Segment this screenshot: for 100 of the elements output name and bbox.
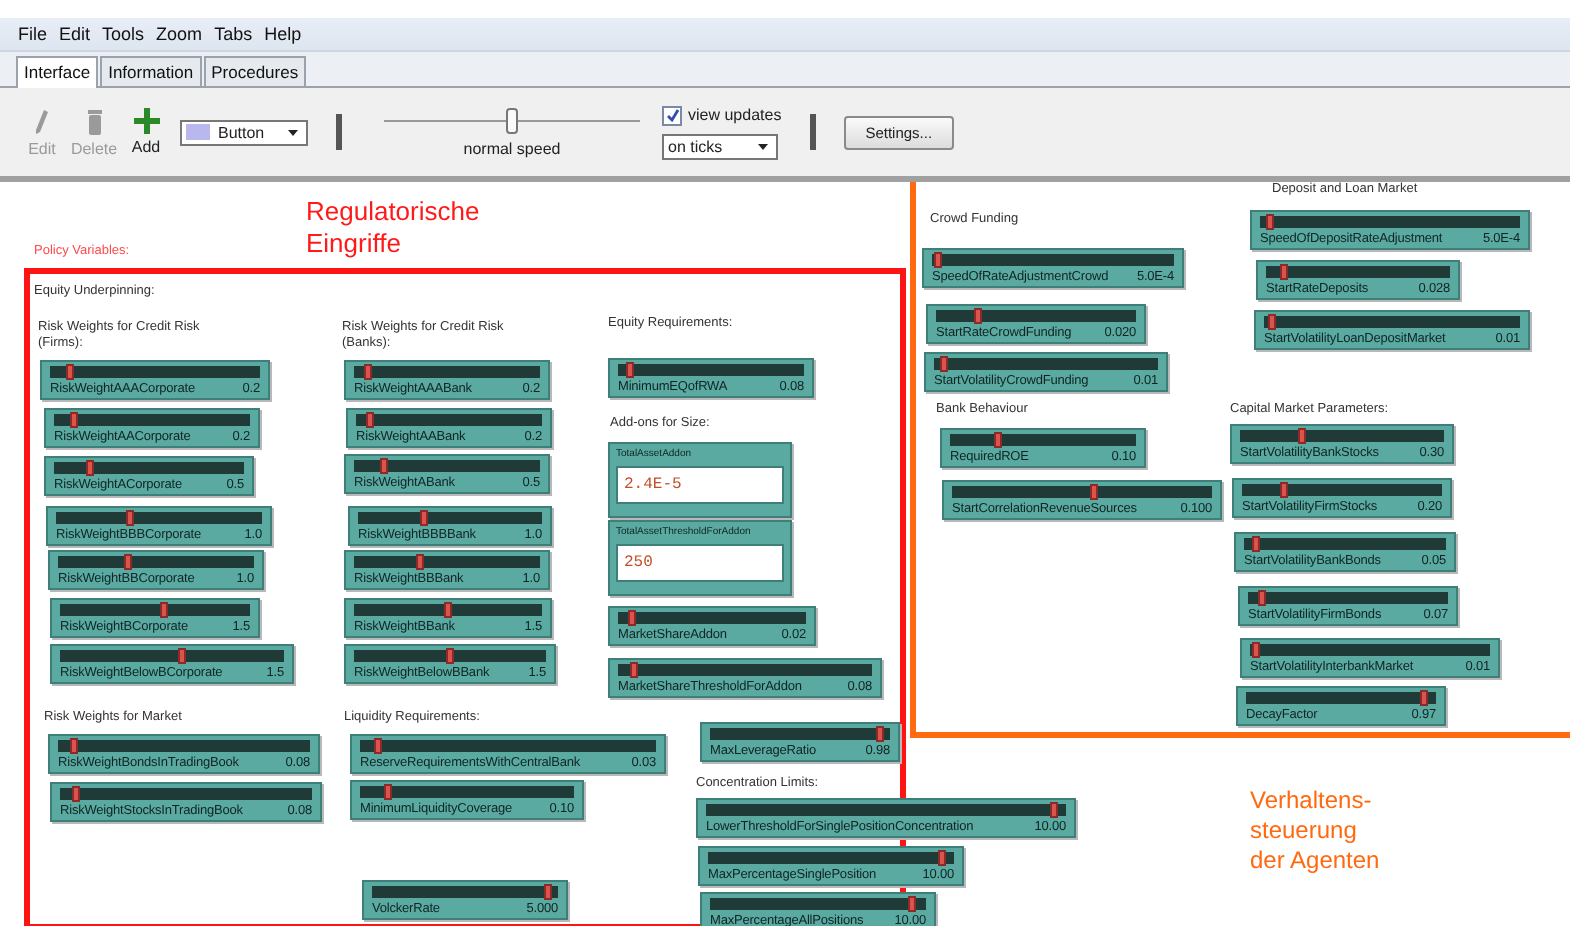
slider-thumb[interactable] bbox=[123, 554, 132, 570]
tab[interactable]: Interface bbox=[16, 56, 99, 88]
input-field[interactable]: 2.4E-5 bbox=[616, 466, 784, 504]
menu-item[interactable]: Zoom bbox=[156, 24, 203, 44]
speed-thumb[interactable] bbox=[506, 107, 518, 133]
slider-track[interactable] bbox=[1240, 430, 1444, 442]
slider-track[interactable] bbox=[708, 852, 954, 864]
slider-track[interactable] bbox=[1244, 538, 1446, 550]
input-field[interactable]: 250 bbox=[616, 544, 784, 582]
slider-track[interactable] bbox=[54, 414, 250, 426]
slider-thumb[interactable] bbox=[178, 648, 187, 664]
slider-track[interactable] bbox=[950, 434, 1136, 446]
tab[interactable]: Information bbox=[100, 56, 202, 86]
slider-thumb[interactable] bbox=[626, 362, 635, 378]
slider-track[interactable] bbox=[60, 650, 284, 662]
slider-thumb[interactable] bbox=[69, 412, 78, 428]
slider-track[interactable] bbox=[618, 612, 806, 624]
slider-track[interactable] bbox=[356, 414, 542, 426]
slider-track[interactable] bbox=[358, 512, 542, 524]
slider-track[interactable] bbox=[1260, 216, 1520, 228]
slider-track[interactable] bbox=[1266, 266, 1450, 278]
slider-track[interactable] bbox=[1246, 692, 1436, 704]
slider-thumb[interactable] bbox=[876, 726, 885, 742]
widget-type-dropdown[interactable]: Button bbox=[180, 119, 308, 145]
slider-thumb[interactable] bbox=[544, 884, 553, 900]
slider-track[interactable] bbox=[710, 728, 890, 740]
slider-thumb[interactable] bbox=[1265, 214, 1274, 230]
slider-track[interactable] bbox=[1242, 484, 1442, 496]
slider-thumb[interactable] bbox=[940, 356, 949, 372]
annotation-text: Regulatorische Eingriffe bbox=[306, 196, 480, 261]
slider-track[interactable] bbox=[618, 364, 804, 376]
slider-thumb[interactable] bbox=[86, 460, 95, 476]
slider-thumb[interactable] bbox=[444, 602, 452, 618]
slider-thumb[interactable] bbox=[66, 364, 75, 380]
slider-track[interactable] bbox=[618, 664, 872, 676]
slider-thumb[interactable] bbox=[1420, 690, 1429, 706]
slider-track[interactable] bbox=[710, 898, 926, 910]
slider-track[interactable] bbox=[934, 358, 1158, 370]
slider-track[interactable] bbox=[372, 886, 558, 898]
menu-item[interactable]: File bbox=[18, 24, 48, 44]
slider-track[interactable] bbox=[1250, 644, 1490, 656]
update-mode-dropdown[interactable]: on ticks bbox=[662, 133, 778, 159]
slider-track[interactable] bbox=[932, 254, 1174, 266]
slider-track[interactable] bbox=[56, 512, 262, 524]
slider-thumb[interactable] bbox=[446, 648, 454, 664]
slider-track[interactable] bbox=[354, 460, 540, 472]
slider-thumb[interactable] bbox=[125, 510, 134, 526]
slider-thumb[interactable] bbox=[364, 364, 373, 380]
slider-thumb[interactable] bbox=[934, 252, 943, 268]
slider-thumb[interactable] bbox=[366, 412, 375, 428]
slider-thumb[interactable] bbox=[630, 662, 639, 678]
slider-thumb[interactable] bbox=[70, 738, 79, 754]
slider-thumb[interactable] bbox=[994, 432, 1003, 448]
slider-thumb[interactable] bbox=[938, 850, 947, 866]
menu-item[interactable]: Edit bbox=[59, 24, 91, 44]
slider-thumb[interactable] bbox=[1252, 642, 1261, 658]
slider-track[interactable] bbox=[60, 788, 312, 800]
slider-thumb[interactable] bbox=[160, 602, 169, 618]
slider-track[interactable] bbox=[54, 462, 244, 474]
slider-track[interactable] bbox=[58, 556, 254, 568]
pencil-icon bbox=[34, 107, 50, 135]
slider-thumb[interactable] bbox=[1298, 428, 1307, 444]
slider-track[interactable] bbox=[58, 740, 310, 752]
slider-track[interactable] bbox=[1264, 316, 1520, 328]
slider-thumb[interactable] bbox=[907, 896, 916, 912]
slider-thumb[interactable] bbox=[1268, 314, 1277, 330]
tool-button[interactable]: Add bbox=[131, 138, 161, 156]
slider-track[interactable] bbox=[360, 786, 574, 798]
view-updates-checkbox[interactable] bbox=[662, 105, 682, 125]
slider-thumb[interactable] bbox=[1280, 482, 1289, 498]
slider-thumb[interactable] bbox=[419, 510, 428, 526]
slider-thumb[interactable] bbox=[380, 458, 389, 474]
slider-thumb[interactable] bbox=[974, 308, 983, 324]
slider-track[interactable] bbox=[952, 486, 1212, 498]
caret-icon bbox=[288, 129, 298, 135]
slider-track[interactable] bbox=[50, 366, 260, 378]
slider-thumb[interactable] bbox=[1251, 536, 1260, 552]
menu-item[interactable]: Tools bbox=[102, 24, 145, 44]
slider-thumb[interactable] bbox=[1280, 264, 1289, 280]
slider-track[interactable] bbox=[354, 366, 540, 378]
slider-track[interactable] bbox=[360, 740, 656, 752]
slider-track[interactable] bbox=[936, 310, 1136, 322]
slider-thumb[interactable] bbox=[384, 784, 393, 800]
menu-item[interactable]: Tabs bbox=[214, 24, 253, 44]
slider-thumb[interactable] bbox=[1090, 484, 1099, 500]
slider-track[interactable] bbox=[706, 804, 1066, 816]
slider-track[interactable] bbox=[354, 650, 546, 662]
slider-thumb[interactable] bbox=[627, 610, 635, 626]
menu-item[interactable]: Help bbox=[264, 24, 302, 44]
slider-track[interactable] bbox=[1248, 592, 1448, 604]
caret-icon bbox=[758, 143, 768, 149]
slider-thumb[interactable] bbox=[1257, 590, 1266, 606]
slider-thumb[interactable] bbox=[416, 554, 425, 570]
slider-track[interactable] bbox=[60, 604, 250, 616]
tab[interactable]: Procedures bbox=[203, 56, 307, 86]
slider-track[interactable] bbox=[354, 604, 542, 616]
slider-track[interactable] bbox=[354, 556, 540, 568]
slider-thumb[interactable] bbox=[1050, 802, 1059, 818]
slider-thumb[interactable] bbox=[374, 738, 383, 754]
slider-thumb[interactable] bbox=[72, 786, 81, 802]
